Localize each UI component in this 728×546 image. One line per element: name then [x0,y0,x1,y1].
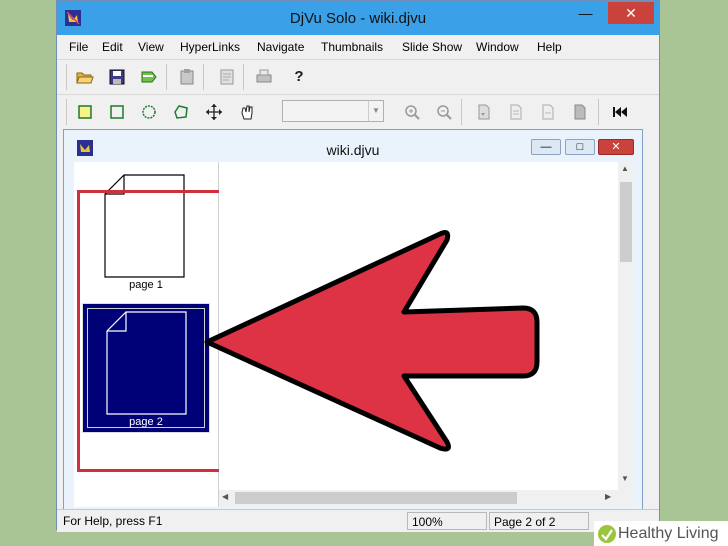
healthy-living-leaf-icon [598,525,616,543]
watermark: Healthy Living [594,521,728,546]
pointer-arrow-graphic [204,230,540,452]
watermark-text: Healthy Living [618,525,719,542]
